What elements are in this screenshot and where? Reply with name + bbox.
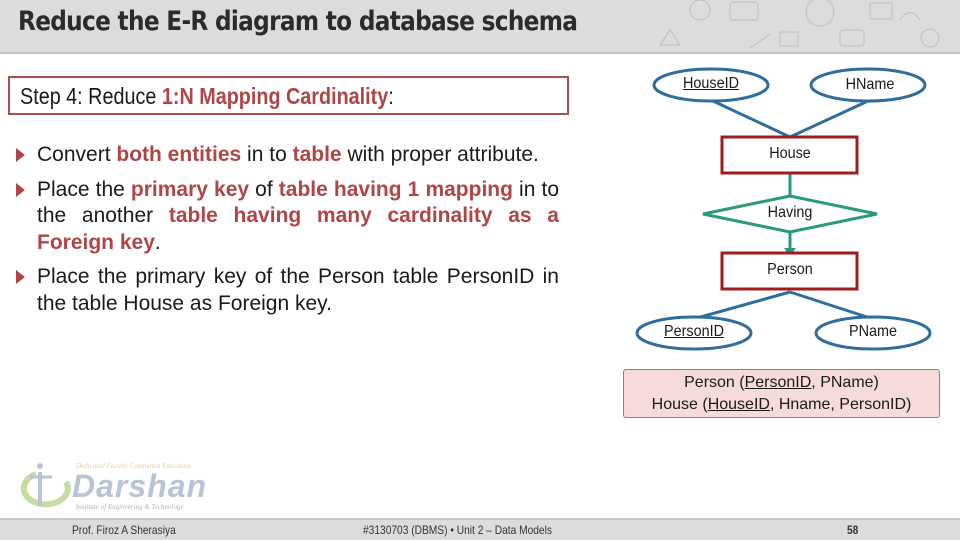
entity-house-label: House (769, 145, 811, 162)
schema-primary-key: HouseID (707, 396, 770, 413)
connector-person-personid (696, 290, 791, 320)
schema-columns: , Hname, PersonID) (769, 396, 912, 413)
attribute-hname-label: HName (845, 76, 895, 93)
schema-columns: , PName) (811, 374, 879, 391)
connector-hname-house (789, 99, 869, 139)
attribute-pname-label: PName (848, 323, 898, 340)
slide-footer: Prof. Firoz A Sherasiya #3130703 (DBMS) … (0, 518, 960, 540)
footer-page-number: 58 (847, 523, 859, 537)
attribute-personid-label: PersonID (663, 323, 725, 340)
logo-name: Darshan (72, 468, 208, 504)
attribute-houseid-label: HouseID (682, 75, 740, 92)
darshan-logo-icon (20, 463, 71, 508)
entity-person-label: Person (767, 261, 813, 278)
connector-houseid-house (712, 99, 791, 139)
schema-table-name: Person ( (684, 374, 745, 391)
darshan-logo: Dedicated Faculty Committed Education Da… (8, 460, 218, 515)
footer-course: #3130703 (DBMS) • Unit 2 – Data Models (363, 523, 552, 537)
er-diagram (635, 67, 932, 351)
schema-box: Person (PersonID, PName) House (HouseID,… (623, 369, 940, 418)
schema-primary-key: PersonID (744, 374, 812, 391)
schema-person: Person (PersonID, PName) (624, 372, 939, 394)
connector-person-pname (789, 290, 871, 320)
schema-house: House (HouseID, Hname, PersonID) (624, 394, 939, 416)
logo-subtitle: Institute of Engineering & Technology (76, 503, 184, 511)
footer-author: Prof. Firoz A Sherasiya (72, 523, 176, 537)
schema-table-name: House ( (651, 396, 708, 413)
relationship-having-label: Having (767, 204, 813, 221)
